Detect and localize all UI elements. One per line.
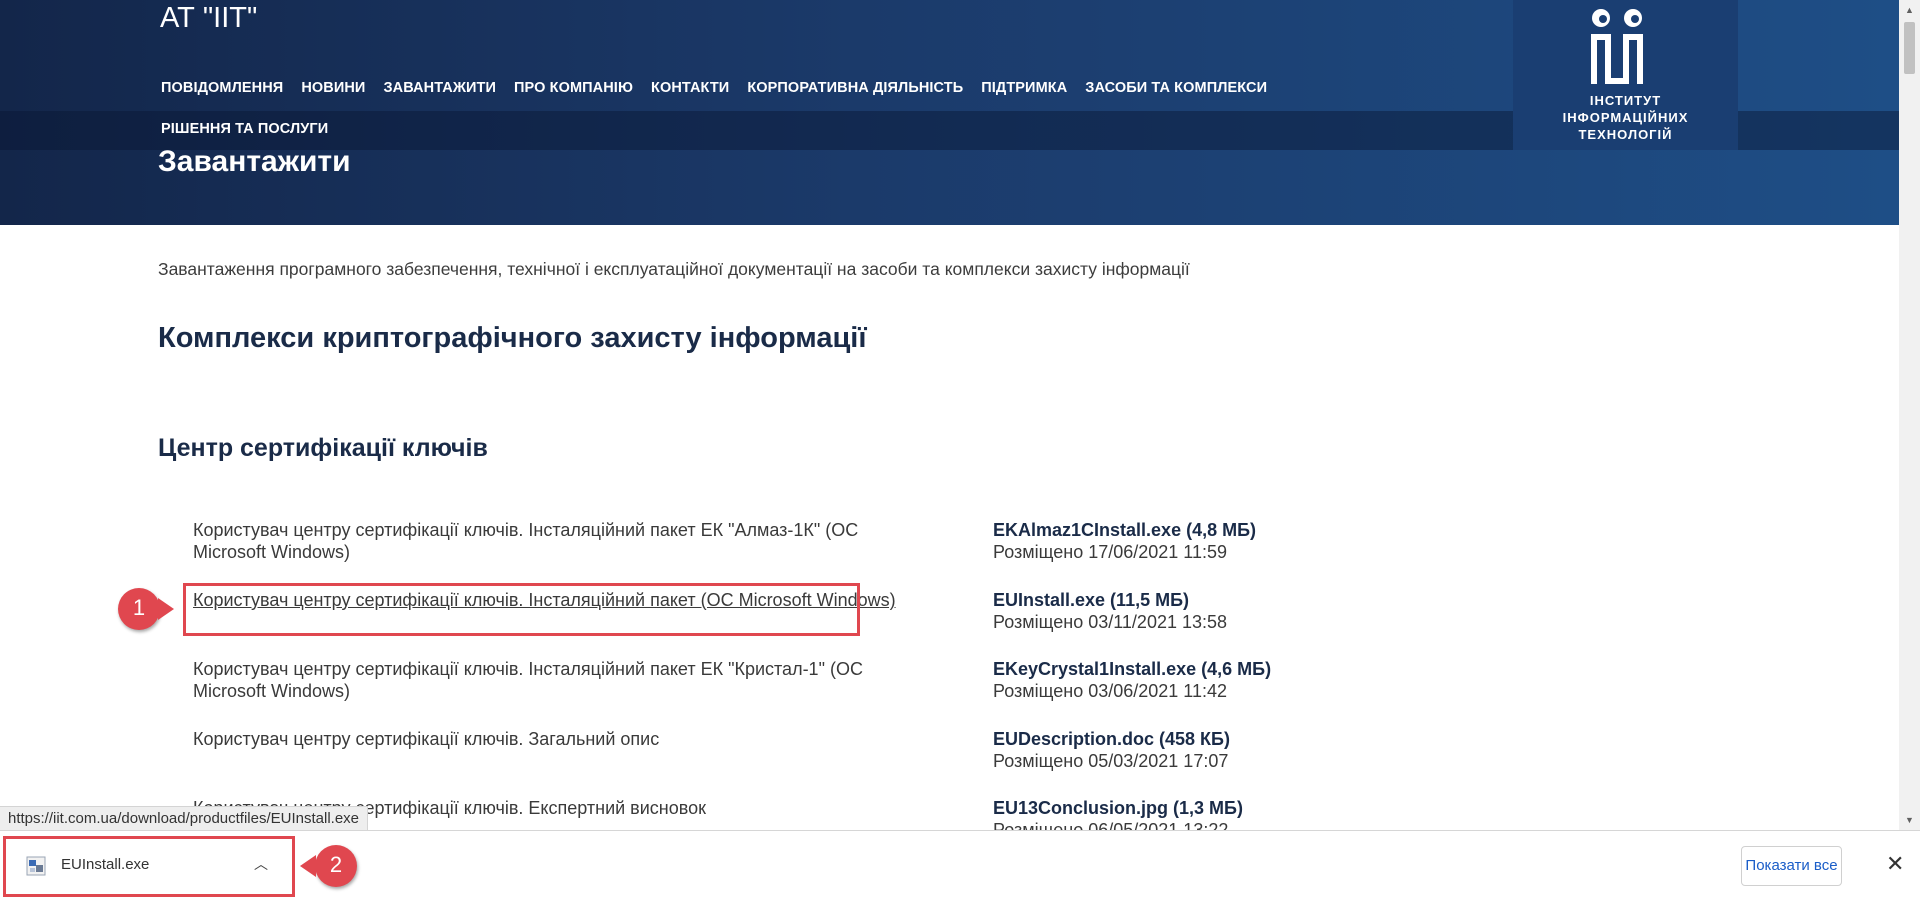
logo-line: ТЕХНОЛОГІЙ [1578,127,1673,142]
nav-item-news[interactable]: НОВИНИ [301,78,365,119]
callout-badge: 1 [118,588,160,630]
file-date: Розміщено 05/03/2021 17:07 [993,751,1229,771]
download-item-file: EUInstall.exe (11,5 МБ) Розміщено 03/11/… [993,589,1227,633]
download-item-file: EUDescription.doc (458 КБ) Розміщено 05/… [993,728,1230,772]
download-item-description: Користувач центру сертифікації ключів. І… [193,520,859,562]
nav-item-notifications[interactable]: ПОВІДОМЛЕННЯ [161,78,283,119]
nav-item-products[interactable]: ЗАСОБИ ТА КОМПЛЕКСИ [1085,78,1267,119]
logo-mark-icon [1591,9,1643,84]
nav-item-corporate[interactable]: КОРПОРАТИВНА ДІЯЛЬНІСТЬ [747,78,963,119]
logo-text: ІНСТИТУТ ІНФОРМАЦІЙНИХ ТЕХНОЛОГІЙ [1513,92,1738,143]
nav-item-support[interactable]: ПІДТРИМКА [981,78,1067,119]
file-link[interactable]: EKeyCrystal1Install.exe (4,6 МБ) [993,658,1271,680]
nav-item-about[interactable]: ПРО КОМПАНІЮ [514,78,633,119]
file-link[interactable]: EUDescription.doc (458 КБ) [993,728,1230,750]
file-date: Розміщено 03/06/2021 11:42 [993,681,1228,701]
file-link[interactable]: EKAlmaz1CInstall.exe (4,8 МБ) [993,519,1256,541]
scrollbar[interactable]: ▲ ▼ [1899,0,1920,830]
highlight-box [183,583,860,636]
download-item-file: EKeyCrystal1Install.exe (4,6 МБ) Розміще… [993,658,1271,702]
logo-line: ІНФОРМАЦІЙНИХ [1562,110,1689,125]
file-link[interactable]: EU13Conclusion.jpg (1,3 МБ) [993,797,1243,819]
download-item-file: EKAlmaz1CInstall.exe (4,8 МБ) Розміщено … [993,519,1256,563]
callout-pointer [158,598,174,620]
intro-text: Завантаження програмного забезпечення, т… [158,259,1190,279]
download-bar: EUInstall.exe ︿ 2 Показати все ✕ [0,830,1920,902]
page-heading: Завантажити [158,145,351,178]
subsection-title: Центр сертифікації ключів [158,434,488,462]
highlight-box [3,836,295,897]
close-icon[interactable]: ✕ [1886,849,1904,879]
file-date: Розміщено 06/05/2021 13:22 [993,820,1229,830]
show-all-button[interactable]: Показати все [1741,846,1842,886]
scroll-thumb[interactable] [1904,22,1915,74]
nav-item-downloads[interactable]: ЗАВАНТАЖИТИ [383,78,496,119]
status-url: https://iit.com.ua/download/productfiles… [0,806,369,832]
file-date: Розміщено 17/06/2021 11:59 [993,542,1228,562]
section-title: Комплекси криптографічного захисту інфор… [158,322,867,354]
file-link[interactable]: EUInstall.exe (11,5 МБ) [993,589,1227,611]
scroll-up-arrow-icon[interactable]: ▲ [1899,2,1920,18]
site-title[interactable]: АТ "ІІТ" [160,0,257,36]
scroll-down-arrow-icon[interactable]: ▼ [1899,812,1920,828]
main-nav: ПОВІДОМЛЕННЯ НОВИНИ ЗАВАНТАЖИТИ ПРО КОМП… [161,78,1451,160]
file-date: Розміщено 03/11/2021 13:58 [993,612,1228,632]
download-item-file: EU13Conclusion.jpg (1,3 МБ) Розміщено 06… [993,797,1243,830]
nav-item-contacts[interactable]: КОНТАКТИ [651,78,729,119]
company-logo[interactable]: ІНСТИТУТ ІНФОРМАЦІЙНИХ ТЕХНОЛОГІЙ [1513,0,1738,150]
logo-line: ІНСТИТУТ [1589,93,1662,108]
download-item-description: Користувач центру сертифікації ключів. З… [193,729,660,749]
site-header: АТ "ІІТ" ПОВІДОМЛЕННЯ НОВИНИ ЗАВАНТАЖИТИ… [0,0,1899,225]
download-item-description: Користувач центру сертифікації ключів. І… [193,659,863,701]
callout-badge: 2 [315,845,357,887]
callout-pointer [300,855,316,877]
